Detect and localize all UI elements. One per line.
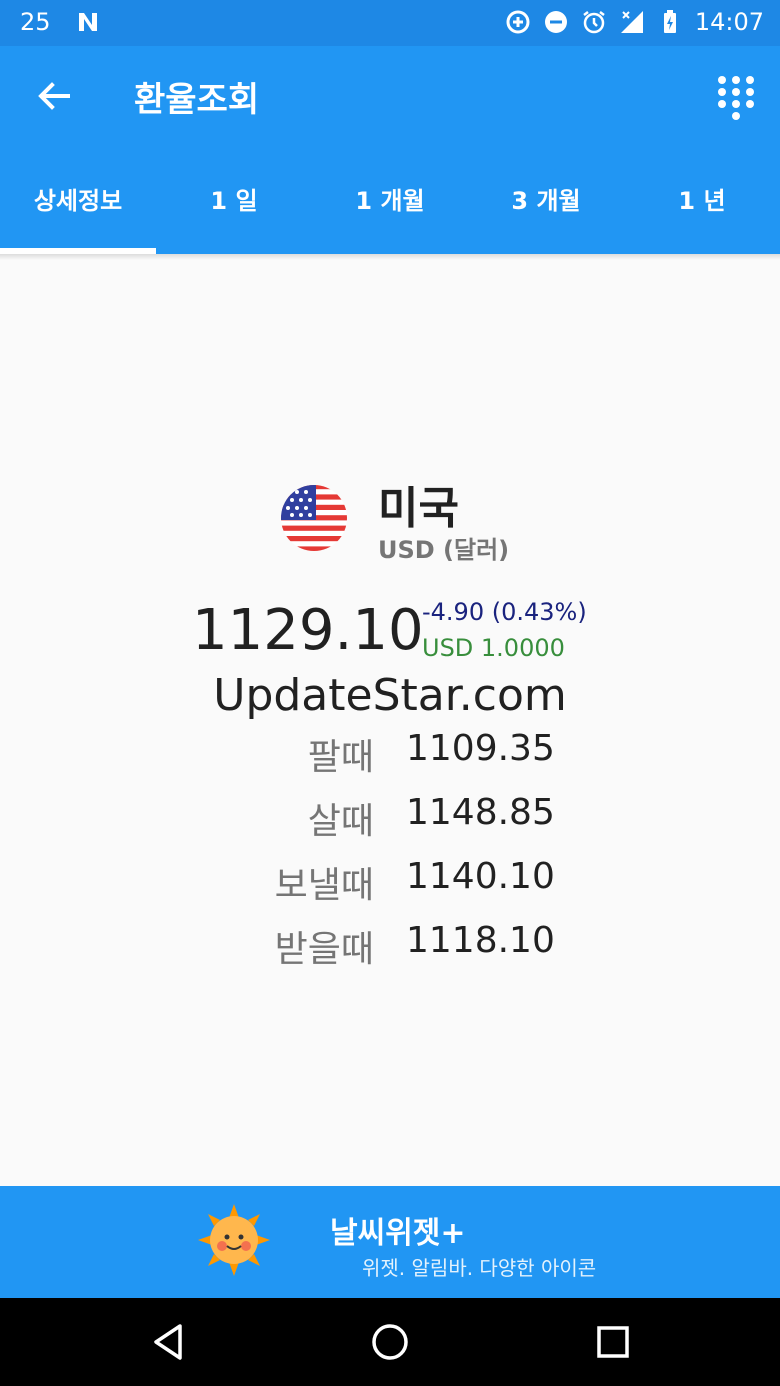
tab-1-day[interactable]: 1 일 xyxy=(156,150,312,254)
rate-value: 1148.85 xyxy=(406,792,555,833)
watermark: UpdateStar.com xyxy=(213,670,567,721)
rate-value: 1109.35 xyxy=(406,728,555,769)
navigation-bar xyxy=(0,1298,780,1386)
ad-title: 날씨위젯+ xyxy=(330,1216,466,1251)
ad-banner[interactable]: 날씨위젯+ 위젯. 알림바. 다양한 아이콘 xyxy=(0,1186,780,1298)
dnd-icon xyxy=(544,11,567,33)
battery-charging-icon xyxy=(663,10,676,33)
signal-off-icon xyxy=(620,11,643,33)
sun-icon xyxy=(198,1204,270,1276)
rate-value: 1118.10 xyxy=(406,920,555,961)
rate-row-send: 보낼때 1140.10 xyxy=(0,856,780,916)
tab-1-year[interactable]: 1 년 xyxy=(624,150,780,254)
rate-label: 살때 xyxy=(307,801,374,842)
currency-code: USD (달러) xyxy=(378,536,510,564)
rate-label: 보낼때 xyxy=(274,865,374,906)
rate-change: -4.90 (0.43%) xyxy=(422,598,587,626)
tab-1-month[interactable]: 1 개월 xyxy=(312,150,468,254)
nav-back-icon[interactable] xyxy=(146,1320,190,1364)
tab-bar: 상세정보 1 일 1 개월 3 개월 1 년 xyxy=(0,150,780,254)
nav-home-icon[interactable] xyxy=(368,1320,412,1364)
alarm-icon xyxy=(583,11,605,34)
exchange-rate: 1129.10 xyxy=(192,598,424,663)
rate-row-buy: 살때 1148.85 xyxy=(0,792,780,852)
rate-label: 받을때 xyxy=(274,929,374,970)
nav-recents-icon[interactable] xyxy=(591,1320,635,1364)
status-time: 14:07 xyxy=(694,8,764,36)
data-saver-icon xyxy=(506,10,530,34)
page-title: 환율조회 xyxy=(134,80,260,120)
rate-row-sell: 팔때 1109.35 xyxy=(0,728,780,788)
base-amount: USD 1.0000 xyxy=(422,634,565,662)
tab-3-months[interactable]: 3 개월 xyxy=(468,150,624,254)
back-arrow-icon[interactable] xyxy=(30,72,78,120)
rate-label: 팔때 xyxy=(307,737,374,778)
rate-row-receive: 받을때 1118.10 xyxy=(0,920,780,980)
app-bar: 환율조회 xyxy=(0,46,780,150)
dialpad-icon[interactable] xyxy=(716,74,756,120)
tab-details[interactable]: 상세정보 xyxy=(0,150,156,254)
tab-shadow xyxy=(0,254,780,260)
ad-subtitle: 위젯. 알림바. 다양한 아이콘 xyxy=(362,1256,597,1280)
status-number: 25 xyxy=(20,8,51,36)
rate-value: 1140.10 xyxy=(406,856,555,897)
status-bar: 25 14:07 xyxy=(0,0,780,46)
us-flag-icon xyxy=(281,485,347,551)
country-name: 미국 xyxy=(378,483,459,534)
n-icon xyxy=(78,13,97,31)
